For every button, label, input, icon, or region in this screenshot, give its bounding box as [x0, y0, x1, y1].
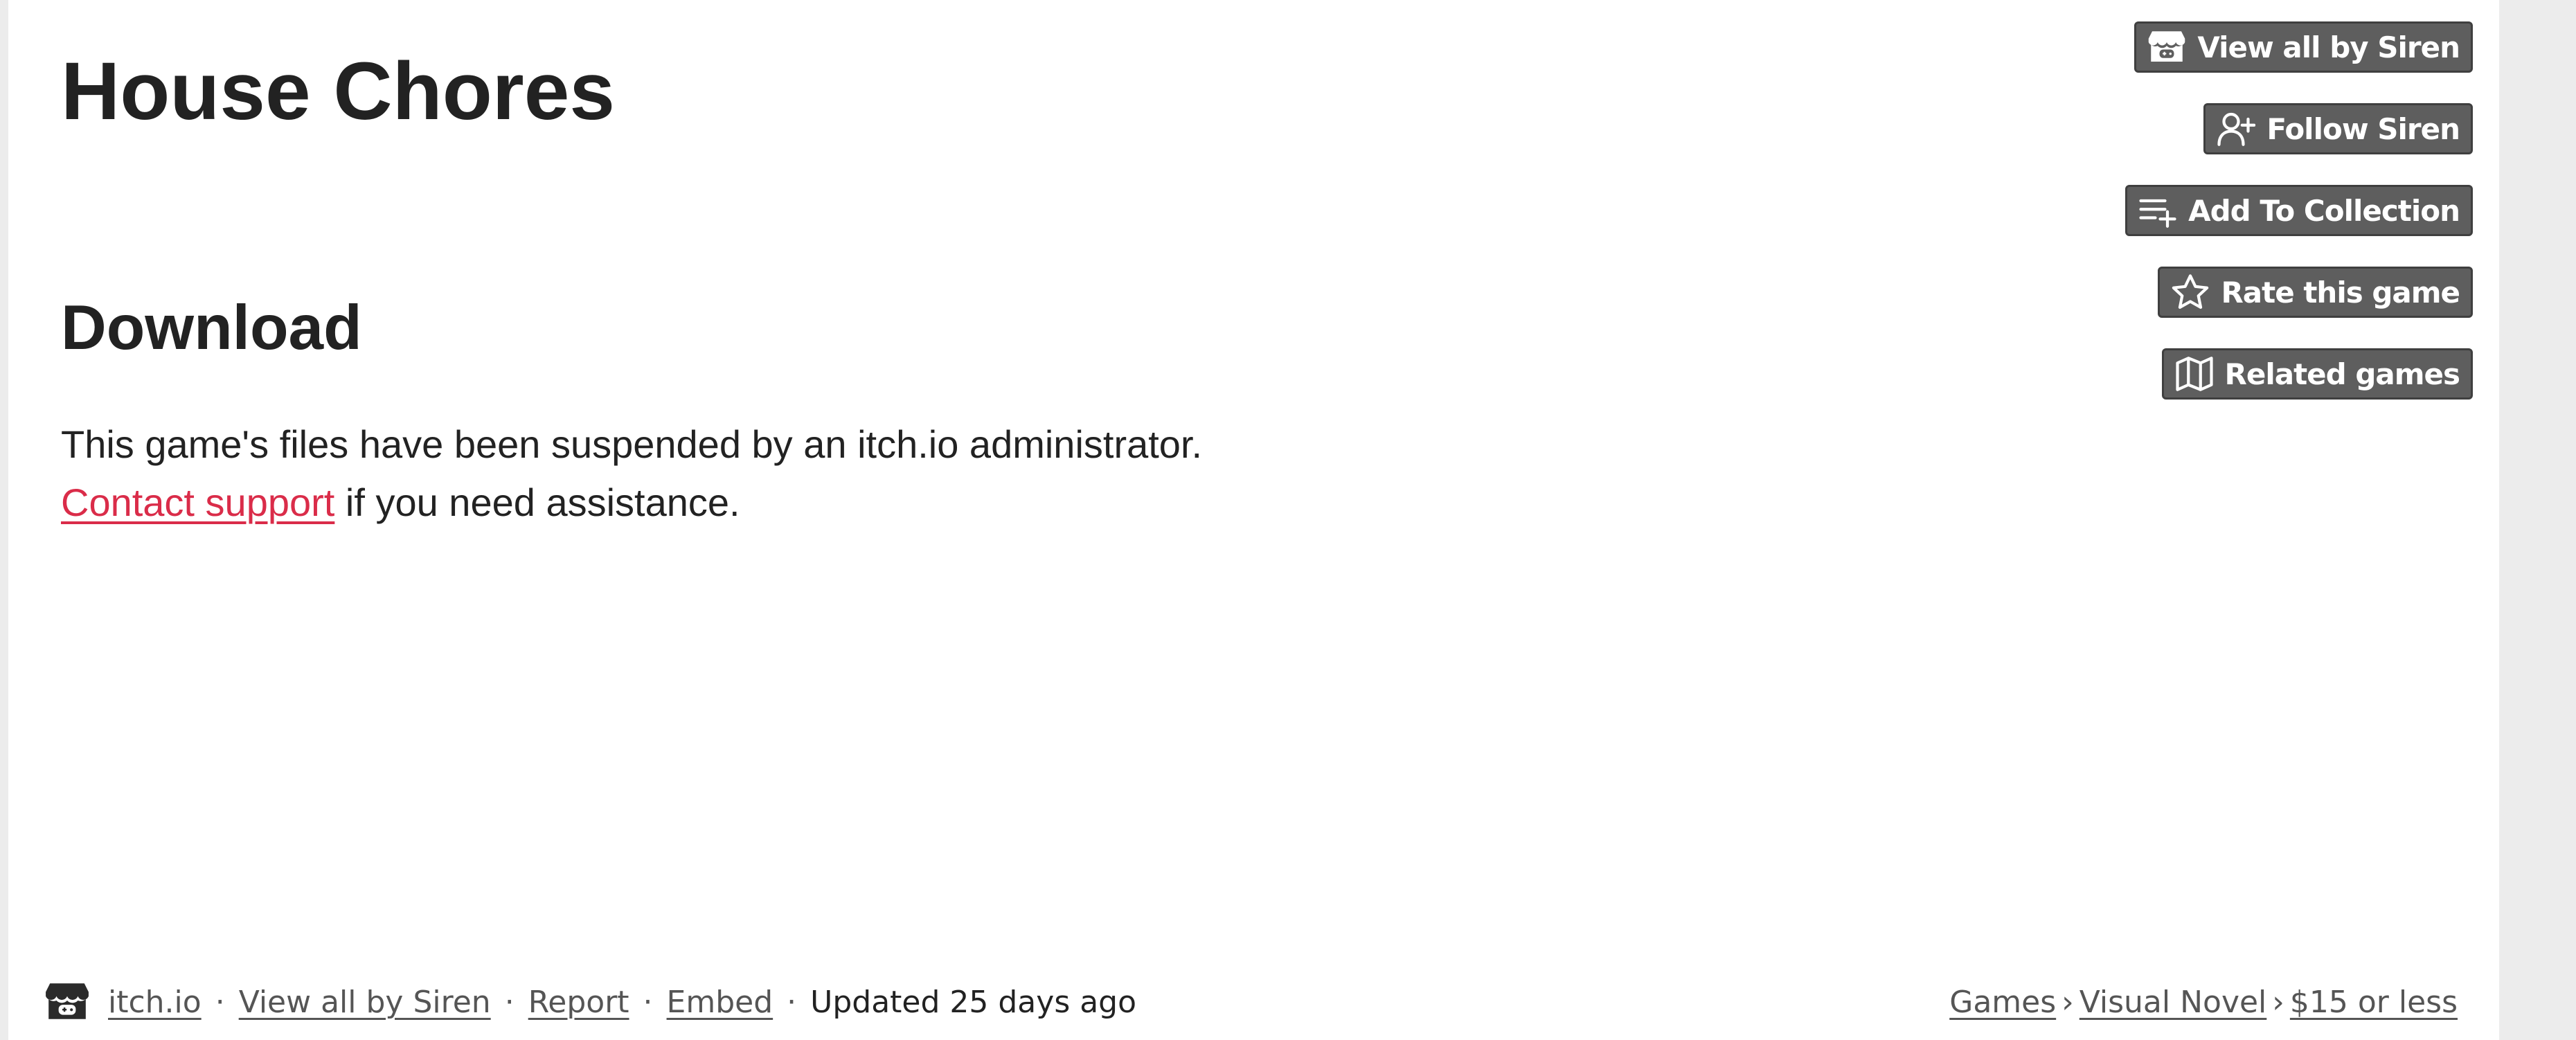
itchio-logo-icon [2146, 28, 2188, 66]
breadcrumb-separator: › [2061, 984, 2074, 1020]
star-icon [2170, 273, 2211, 312]
game-title: House Chores [61, 46, 615, 137]
game-actions: View all by Siren Follow Siren Add To Co… [2125, 21, 2473, 430]
footer-links: itch.io · View all by Siren · Report · E… [44, 979, 1136, 1025]
footer-updated-text: Updated 25 days ago [810, 984, 1137, 1020]
follow-siren-label: Follow Siren [2266, 111, 2460, 146]
breadcrumb-games-link[interactable]: Games [1949, 985, 2056, 1020]
itchio-logo-icon[interactable] [44, 979, 90, 1025]
footer-separator: · [215, 984, 225, 1020]
related-games-label: Related games [2224, 357, 2460, 391]
breadcrumb-visual-novel-link[interactable]: Visual Novel [2079, 985, 2267, 1020]
suspended-message: This game's files have been suspended by… [61, 422, 1203, 466]
view-all-by-siren-button[interactable]: View all by Siren [2134, 21, 2473, 73]
rate-this-game-label: Rate this game [2221, 275, 2460, 310]
user-plus-icon [2215, 109, 2257, 148]
breadcrumb-price-link[interactable]: $15 or less [2290, 985, 2458, 1020]
game-footer: itch.io · View all by Siren · Report · E… [44, 976, 2458, 1028]
breadcrumb-separator: › [2272, 984, 2284, 1020]
footer-itchio-link[interactable]: itch.io [108, 985, 202, 1020]
support-line: Contact support if you need assistance. [61, 474, 740, 532]
contact-support-link[interactable]: Contact support [61, 481, 334, 524]
footer-separator: · [787, 984, 797, 1020]
footer-view-all-link[interactable]: View all by Siren [239, 985, 491, 1020]
rate-this-game-button[interactable]: Rate this game [2158, 267, 2473, 318]
support-suffix: if you need assistance. [334, 481, 740, 524]
footer-report-link[interactable]: Report [528, 985, 629, 1020]
footer-embed-link[interactable]: Embed [667, 985, 773, 1020]
map-icon [2174, 355, 2215, 393]
view-all-by-siren-label: View all by Siren [2197, 30, 2460, 64]
page-gutter-left [0, 0, 8, 1040]
add-to-collection-button[interactable]: Add To Collection [2125, 185, 2473, 236]
footer-separator: · [504, 984, 515, 1020]
follow-siren-button[interactable]: Follow Siren [2203, 103, 2473, 154]
add-to-collection-label: Add To Collection [2188, 193, 2460, 228]
footer-separator: · [643, 984, 653, 1020]
related-games-button[interactable]: Related games [2161, 348, 2473, 400]
page-gutter-right [2499, 0, 2576, 1040]
game-page: House Chores Download This game's files … [8, 0, 2499, 1040]
playlist-add-icon [2137, 191, 2179, 230]
breadcrumb: Games › Visual Novel › $15 or less [1949, 985, 2458, 1020]
download-heading: Download [61, 293, 362, 363]
